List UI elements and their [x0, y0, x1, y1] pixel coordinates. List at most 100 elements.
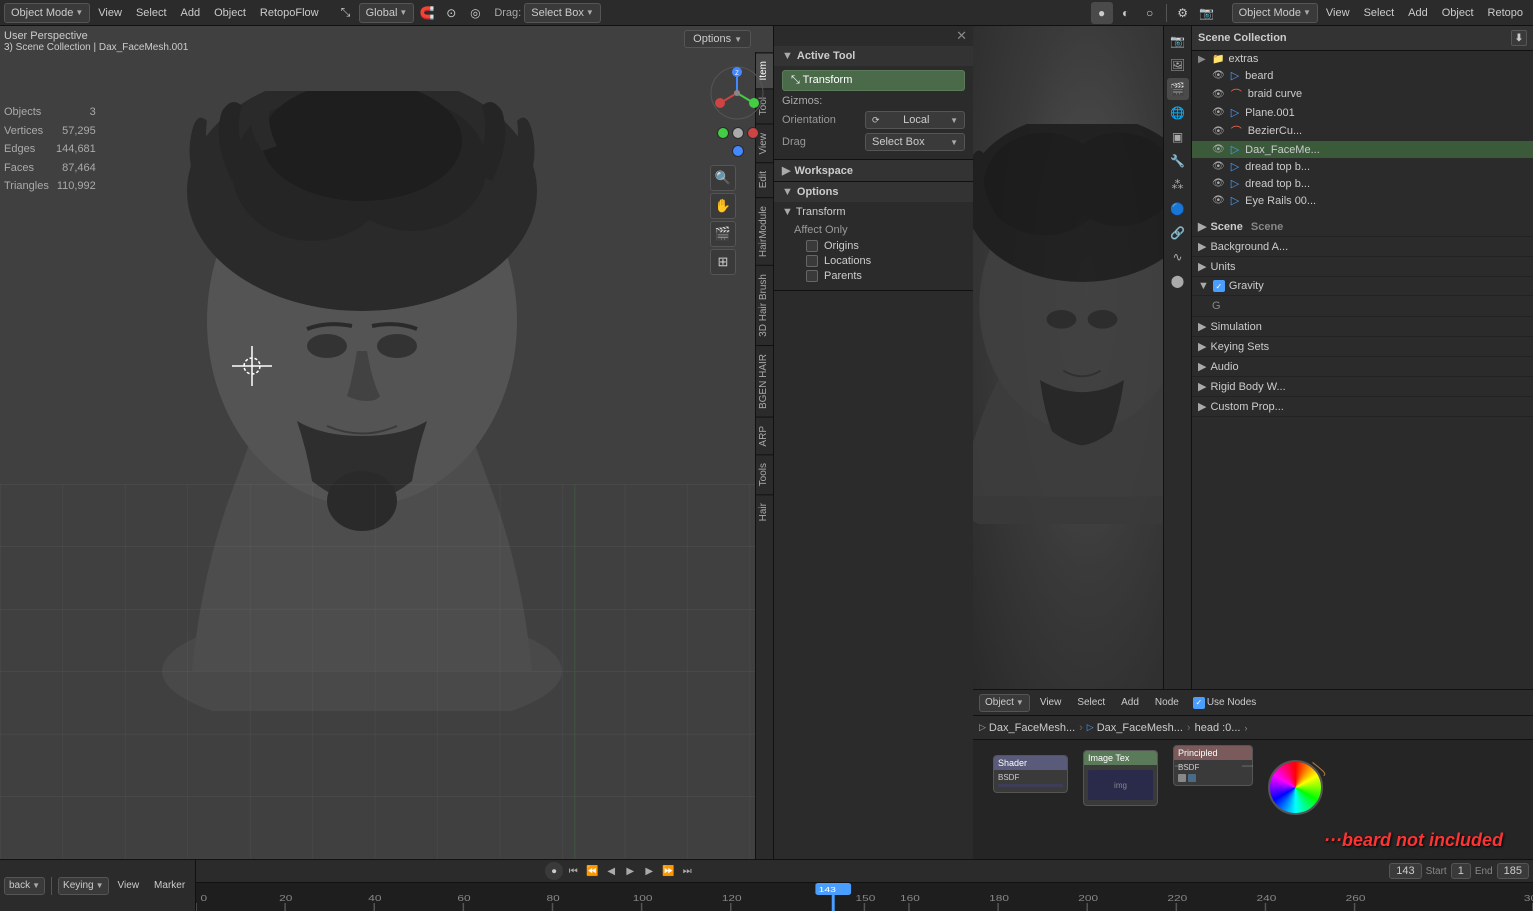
drag-dropdown[interactable]: Select Box ▼: [524, 3, 601, 23]
side-tab-arp[interactable]: ARP: [756, 417, 773, 455]
node-box-1[interactable]: Shader BSDF: [993, 755, 1068, 793]
physics-prop-icon[interactable]: 🔵: [1167, 198, 1189, 220]
parents-checkbox[interactable]: [806, 270, 818, 282]
collection-item-bezier[interactable]: 👁 ⌒ BezierCu...: [1192, 121, 1533, 141]
side-tab-bgenhair[interactable]: BGEN HAIR: [756, 345, 773, 417]
viewport-area[interactable]: Options ▼ User Perspective 3) Scene Coll…: [0, 26, 773, 859]
skip-start-button[interactable]: ⏮: [564, 862, 582, 880]
keying-dropdown[interactable]: Keying ▼: [58, 877, 109, 895]
side-tab-hair[interactable]: Hair: [756, 494, 773, 529]
prev-frame-button[interactable]: ⏪: [583, 862, 601, 880]
timeline-ruler[interactable]: 0 20 40 60 80 100 120 14: [196, 883, 1533, 911]
rigidbody-section[interactable]: ▶ Rigid Body W...: [1192, 377, 1533, 397]
snap-icon[interactable]: 🧲: [416, 2, 438, 24]
object-menu[interactable]: Object: [208, 5, 252, 21]
options-button[interactable]: Options ▼: [684, 30, 751, 48]
data-prop-icon[interactable]: ∿: [1167, 246, 1189, 268]
right-select-menu[interactable]: Select: [1358, 5, 1401, 21]
select-menu[interactable]: Select: [130, 5, 173, 21]
world-prop-icon[interactable]: 🌐: [1167, 102, 1189, 124]
color-wheel-node[interactable]: [1268, 760, 1323, 815]
pivot-icon[interactable]: ◎: [464, 2, 486, 24]
audio-section[interactable]: ▶ Audio: [1192, 357, 1533, 377]
collection-item-braid[interactable]: 👁 ⌒ braid curve: [1192, 84, 1533, 104]
node-box-2[interactable]: Image Tex img: [1083, 750, 1158, 806]
scene-section-header[interactable]: ▶ Scene Scene: [1192, 217, 1533, 237]
add-menu[interactable]: Add: [175, 5, 207, 21]
right-add-menu[interactable]: Add: [1402, 5, 1434, 21]
right-retopoflow-menu[interactable]: Retopo: [1482, 5, 1529, 21]
transform-button[interactable]: ⤡ Transform: [782, 70, 965, 91]
origins-checkbox[interactable]: [806, 240, 818, 252]
gravity-section[interactable]: ▼ ✓ Gravity: [1192, 277, 1533, 296]
next-frame-button[interactable]: ⏩: [659, 862, 677, 880]
customprop-section[interactable]: ▶ Custom Prop...: [1192, 397, 1533, 417]
node-view-menu[interactable]: View: [1034, 695, 1068, 710]
orientation-dropdown[interactable]: Global ▼: [359, 3, 415, 23]
bc-item3[interactable]: head :0...: [1195, 722, 1241, 734]
play-button[interactable]: ▶: [621, 862, 639, 880]
orientation-field[interactable]: ⟳ Local ▼: [865, 111, 965, 129]
simulation-section[interactable]: ▶ Simulation: [1192, 317, 1533, 337]
object-prop-icon[interactable]: ▣: [1167, 126, 1189, 148]
particle-prop-icon[interactable]: ⁂: [1167, 174, 1189, 196]
viewport-shading-material[interactable]: ◐: [1115, 2, 1137, 24]
workspace-header[interactable]: ▶ Workspace: [774, 160, 973, 181]
keying-section[interactable]: ▶ Keying Sets: [1192, 337, 1533, 357]
tl-view-menu[interactable]: View: [112, 878, 146, 893]
panel-close-button[interactable]: ✕: [954, 28, 969, 44]
gizmo-display[interactable]: Z: [710, 66, 765, 121]
right-mode-dropdown[interactable]: Object Mode ▼: [1232, 3, 1318, 23]
render-prop-icon[interactable]: 📷: [1167, 30, 1189, 52]
material-prop-icon[interactable]: ⬤: [1167, 270, 1189, 292]
prev-keyframe-button[interactable]: ◀: [602, 862, 620, 880]
node-select-menu[interactable]: Select: [1071, 695, 1111, 710]
node-canvas[interactable]: Shader BSDF Image Tex img Principled: [973, 740, 1533, 859]
collection-item-dax[interactable]: 👁 ▷ Dax_FaceMe...: [1192, 141, 1533, 158]
viewport-shading-solid[interactable]: ●: [1091, 2, 1113, 24]
proportional-icon[interactable]: ⊙: [440, 2, 462, 24]
retopoflow-menu[interactable]: RetopoFlow: [254, 5, 325, 21]
end-frame-field[interactable]: 185: [1497, 863, 1529, 879]
mode-dropdown[interactable]: Object Mode ▼: [4, 3, 90, 23]
node-box-3[interactable]: Principled BSDF: [1173, 745, 1253, 786]
magnify-tool[interactable]: 🔍: [710, 165, 736, 191]
current-frame-field[interactable]: 143: [1389, 863, 1421, 879]
collection-item-plane[interactable]: 👁 ▷ Plane.001: [1192, 104, 1533, 121]
record-button[interactable]: ⏺: [545, 862, 563, 880]
right-object-menu[interactable]: Object: [1436, 5, 1480, 21]
collection-item-extras[interactable]: ▶ 📁 extras: [1192, 51, 1533, 67]
grid-tool[interactable]: ⊞: [710, 249, 736, 275]
gravity-checkbox[interactable]: ✓: [1213, 280, 1225, 292]
constraint-prop-icon[interactable]: 🔗: [1167, 222, 1189, 244]
scene-prop-icon[interactable]: 🎬: [1167, 78, 1189, 100]
back-dropdown[interactable]: back ▼: [4, 877, 45, 895]
view-menu[interactable]: View: [92, 5, 128, 21]
viewport-shading-render[interactable]: ○: [1139, 2, 1161, 24]
node-mode-dropdown[interactable]: Object ▼: [979, 694, 1030, 712]
side-tab-tools[interactable]: Tools: [756, 454, 773, 494]
modifier-prop-icon[interactable]: 🔧: [1167, 150, 1189, 172]
collection-item-beard[interactable]: 👁 ▷ beard: [1192, 67, 1533, 84]
camera-tool[interactable]: 🎬: [710, 221, 736, 247]
background-section[interactable]: ▶ Background A...: [1192, 237, 1533, 257]
right-view-menu[interactable]: View: [1320, 5, 1356, 21]
node-node-menu[interactable]: Node: [1149, 695, 1185, 710]
filter-icon[interactable]: ⬇: [1511, 30, 1527, 46]
collection-item-dread1[interactable]: 👁 ▷ dread top b...: [1192, 158, 1533, 175]
collection-item-dread2[interactable]: 👁 ▷ dread top b...: [1192, 175, 1533, 192]
node-add-menu[interactable]: Add: [1115, 695, 1145, 710]
drag-field[interactable]: Select Box ▼: [865, 133, 965, 151]
side-tab-3dhairbrush[interactable]: 3D Hair Brush: [756, 265, 773, 345]
pan-tool[interactable]: ✋: [710, 193, 736, 219]
active-tool-header[interactable]: ▼ Active Tool: [774, 46, 973, 66]
use-nodes-checkbox[interactable]: ✓: [1193, 697, 1205, 709]
output-prop-icon[interactable]: 🖼: [1167, 54, 1189, 76]
collection-item-eyerails[interactable]: 👁 ▷ Eye Rails 00...: [1192, 192, 1533, 209]
units-section[interactable]: ▶ Units: [1192, 257, 1533, 277]
tl-marker-menu[interactable]: Marker: [148, 878, 191, 893]
transform-icon[interactable]: ⤡: [335, 2, 357, 24]
locations-checkbox[interactable]: [806, 255, 818, 267]
next-keyframe-button[interactable]: ▶: [640, 862, 658, 880]
bc-item1[interactable]: ▷ Dax_FaceMesh...: [979, 722, 1075, 734]
